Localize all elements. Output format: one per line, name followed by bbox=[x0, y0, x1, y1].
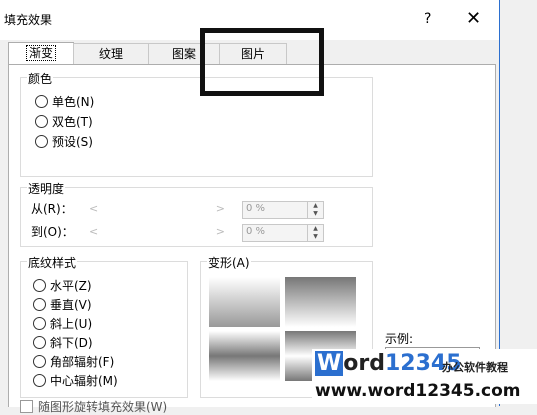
variant-swatch-3[interactable] bbox=[209, 331, 280, 381]
variant-swatch-1[interactable] bbox=[209, 277, 280, 327]
sample-label: 示例: bbox=[385, 332, 414, 346]
watermark-logo-ord: ord bbox=[343, 351, 385, 376]
tab-texture-label: 纹理 bbox=[98, 47, 123, 61]
spin-up-icon: ▲ bbox=[313, 225, 318, 232]
radio-from-corner-label: 角部辐射(F) bbox=[50, 355, 115, 369]
slider-left-arrow-icon: < bbox=[89, 202, 99, 215]
radio-from-center[interactable]: 中心辐射(M) bbox=[33, 372, 118, 389]
spin-down-icon: ▼ bbox=[313, 210, 318, 217]
radio-vertical[interactable]: 垂直(V) bbox=[33, 296, 92, 313]
transparency-legend: 透明度 bbox=[27, 180, 66, 197]
window-edge bbox=[499, 0, 500, 406]
radio-two-colors-label: 双色(T) bbox=[52, 115, 93, 129]
watermark-tagline: 办公软件教程 bbox=[442, 361, 508, 374]
radio-from-corner[interactable]: 角部辐射(F) bbox=[33, 353, 114, 370]
radio-preset[interactable]: 预设(S) bbox=[35, 133, 93, 150]
spinner-buttons[interactable]: ▲ ▼ bbox=[307, 202, 323, 218]
radio-one-color[interactable]: 单色(N) bbox=[35, 93, 94, 110]
radio-circle bbox=[35, 115, 48, 128]
radio-preset-label: 预设(S) bbox=[52, 135, 93, 149]
help-button[interactable]: ? bbox=[424, 11, 431, 27]
rotate-with-shape-checkbox[interactable] bbox=[20, 400, 33, 413]
tab-texture[interactable]: 纹理 bbox=[73, 43, 149, 64]
radio-circle bbox=[33, 279, 46, 292]
radio-from-center-label: 中心辐射(M) bbox=[50, 374, 118, 388]
from-spinner[interactable]: 0 % ▲ ▼ bbox=[242, 201, 324, 219]
slider-right-arrow-icon: > bbox=[215, 202, 225, 215]
watermark-logo-w: W bbox=[315, 351, 344, 376]
watermark: Word12345 办公软件教程 www.word12345.com bbox=[312, 349, 537, 404]
shading-legend: 底纹样式 bbox=[27, 254, 78, 271]
radio-diagonal-down[interactable]: 斜下(D) bbox=[33, 334, 93, 351]
spin-down-icon: ▼ bbox=[313, 233, 318, 240]
radio-circle bbox=[33, 298, 46, 311]
radio-circle bbox=[33, 355, 46, 368]
radio-circle bbox=[35, 95, 48, 108]
to-slider[interactable]: < > bbox=[87, 224, 227, 240]
radio-two-colors[interactable]: 双色(T) bbox=[35, 113, 93, 130]
shading-styles-group: 底纹样式 水平(Z) 垂直(V) 斜上(U) 斜下(D) 角部辐射(F) 中心辐… bbox=[20, 254, 188, 398]
radio-diagonal-up[interactable]: 斜上(U) bbox=[33, 315, 92, 332]
spinner-buttons[interactable]: ▲ ▼ bbox=[307, 225, 323, 241]
to-spinner[interactable]: 0 % ▲ ▼ bbox=[242, 224, 324, 242]
from-value: 0 % bbox=[246, 203, 266, 214]
slider-right-arrow-icon: > bbox=[215, 225, 225, 238]
rotate-with-shape-label: 随图形旋转填充效果(W) bbox=[38, 400, 168, 414]
close-button[interactable]: ✕ bbox=[466, 8, 481, 29]
colors-legend: 颜色 bbox=[27, 70, 54, 87]
variant-swatch-2[interactable] bbox=[285, 277, 356, 327]
radio-circle bbox=[33, 317, 46, 330]
radio-vertical-label: 垂直(V) bbox=[50, 298, 92, 312]
radio-circle bbox=[33, 336, 46, 349]
dialog-title: 填充效果 bbox=[4, 13, 53, 27]
highlight-box bbox=[200, 28, 324, 96]
to-label: 到(O)： bbox=[31, 225, 74, 239]
tab-gradient[interactable]: 渐变 bbox=[8, 42, 74, 65]
slider-left-arrow-icon: < bbox=[89, 225, 99, 238]
radio-horizontal-label: 水平(Z) bbox=[50, 279, 92, 293]
from-slider[interactable]: < > bbox=[87, 201, 227, 217]
radio-diagonal-down-label: 斜下(D) bbox=[50, 336, 93, 350]
radio-circle bbox=[35, 135, 48, 148]
from-label: 从(R)： bbox=[31, 202, 73, 216]
tab-gradient-label: 渐变 bbox=[25, 45, 57, 61]
to-value: 0 % bbox=[246, 226, 266, 237]
tab-pattern-label: 图案 bbox=[171, 47, 196, 61]
radio-one-color-label: 单色(N) bbox=[52, 95, 95, 109]
watermark-logo: Word12345 bbox=[315, 351, 462, 376]
radio-diagonal-up-label: 斜上(U) bbox=[50, 317, 93, 331]
radio-circle bbox=[33, 374, 46, 387]
variants-legend: 变形(A) bbox=[207, 254, 251, 271]
transparency-group: 透明度 从(R)： < > 0 % ▲ ▼ 到(O)： < > 0 % ▲ ▼ bbox=[20, 180, 373, 247]
watermark-url: www.word12345.com bbox=[315, 381, 521, 401]
spin-up-icon: ▲ bbox=[313, 202, 318, 209]
radio-horizontal[interactable]: 水平(Z) bbox=[33, 277, 92, 294]
